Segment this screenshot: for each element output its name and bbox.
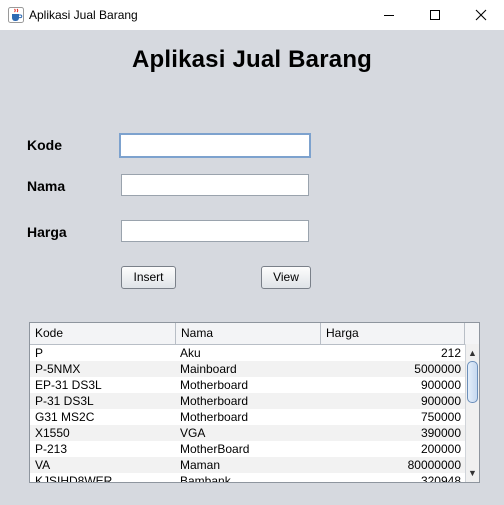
cell-harga: 200000 [420, 442, 461, 456]
cell-kode: X1550 [35, 426, 70, 440]
harga-field[interactable] [121, 220, 309, 242]
table-corner [465, 323, 479, 345]
cell-kode: G31 MS2C [35, 410, 95, 424]
cell-kode: P [35, 346, 44, 360]
scroll-up-icon[interactable]: ▲ [466, 346, 479, 360]
harga-label: Harga [27, 224, 67, 240]
table-row[interactable]: P Aku 212 [30, 345, 465, 361]
cell-harga: 750000 [420, 410, 461, 424]
table-row[interactable]: EP-31 DS3L Motherboard 900000 [30, 377, 465, 393]
window-title: Aplikasi Jual Barang [29, 8, 138, 22]
table-row[interactable]: VA Maman 80000000 [30, 457, 465, 473]
cell-nama: Aku [180, 346, 201, 360]
table-header: Kode Nama Harga [30, 323, 465, 345]
table-row[interactable]: G31 MS2C Motherboard 750000 [30, 409, 465, 425]
page-title: Aplikasi Jual Barang [131, 46, 373, 73]
table-row[interactable]: P-31 DS3L Motherboard 900000 [30, 393, 465, 409]
column-header-harga[interactable]: Harga [321, 323, 465, 344]
kode-field[interactable] [119, 133, 311, 158]
cell-nama: Motherboard [180, 394, 249, 408]
scroll-down-icon[interactable]: ▼ [466, 466, 479, 480]
cell-kode: VA [35, 458, 51, 472]
maximize-button[interactable] [412, 0, 458, 30]
minimize-button[interactable] [366, 0, 412, 30]
cell-harga: 5000000 [414, 362, 461, 376]
nama-label: Nama [27, 178, 66, 194]
table-body: P Aku 212 P-5NMX Mainboard 5000000 EP-31 DS3L M… [30, 345, 465, 483]
column-header-nama[interactable]: Nama [176, 323, 321, 344]
cell-harga: 80000000 [407, 458, 461, 472]
table-row[interactable]: P-5NMX Mainboard 5000000 [30, 361, 465, 377]
maximize-icon [430, 10, 440, 20]
column-header-kode[interactable]: Kode [30, 323, 176, 344]
cell-kode: P-5NMX [35, 362, 81, 376]
scroll-thumb[interactable] [467, 361, 478, 403]
cell-harga: 900000 [420, 394, 461, 408]
minimize-icon [384, 15, 394, 16]
cell-kode: P-31 DS3L [35, 394, 94, 408]
nama-field[interactable] [121, 174, 309, 196]
table-row[interactable]: KJSIHD8WER Bambank 320948 [30, 473, 465, 483]
close-button[interactable] [458, 0, 504, 30]
cell-kode: KJSIHD8WER [35, 474, 113, 483]
cell-nama: Motherboard [180, 410, 249, 424]
vertical-scrollbar[interactable]: ▲ ▼ [465, 344, 479, 482]
view-button[interactable]: View [261, 266, 311, 289]
cell-nama: Maman [180, 458, 221, 472]
insert-button[interactable]: Insert [121, 266, 176, 289]
title-bar[interactable]: Aplikasi Jual Barang [0, 0, 504, 30]
cell-nama: Bambank [180, 474, 231, 483]
form-panel: Aplikasi Jual Barang Kode Nama Harga Ins… [0, 30, 504, 505]
cell-harga: 212 [440, 346, 461, 360]
cell-kode: EP-31 DS3L [35, 378, 102, 392]
cell-harga: 320948 [420, 474, 461, 483]
kode-label: Kode [27, 137, 62, 153]
cell-nama: Motherboard [180, 378, 249, 392]
cell-harga: 900000 [420, 378, 461, 392]
table-row[interactable]: X1550 VGA 390000 [30, 425, 465, 441]
cell-harga: 390000 [420, 426, 461, 440]
cell-nama: Mainboard [180, 362, 237, 376]
cell-kode: P-213 [35, 442, 68, 456]
items-table[interactable]: Kode Nama Harga P Aku 212 P-5NMX Mainboard 50… [29, 322, 480, 483]
cell-nama: MotherBoard [180, 442, 250, 456]
table-row[interactable]: P-213 MotherBoard 200000 [30, 441, 465, 457]
close-icon [475, 9, 487, 21]
cell-nama: VGA [180, 426, 206, 440]
java-cup-icon [8, 7, 24, 23]
